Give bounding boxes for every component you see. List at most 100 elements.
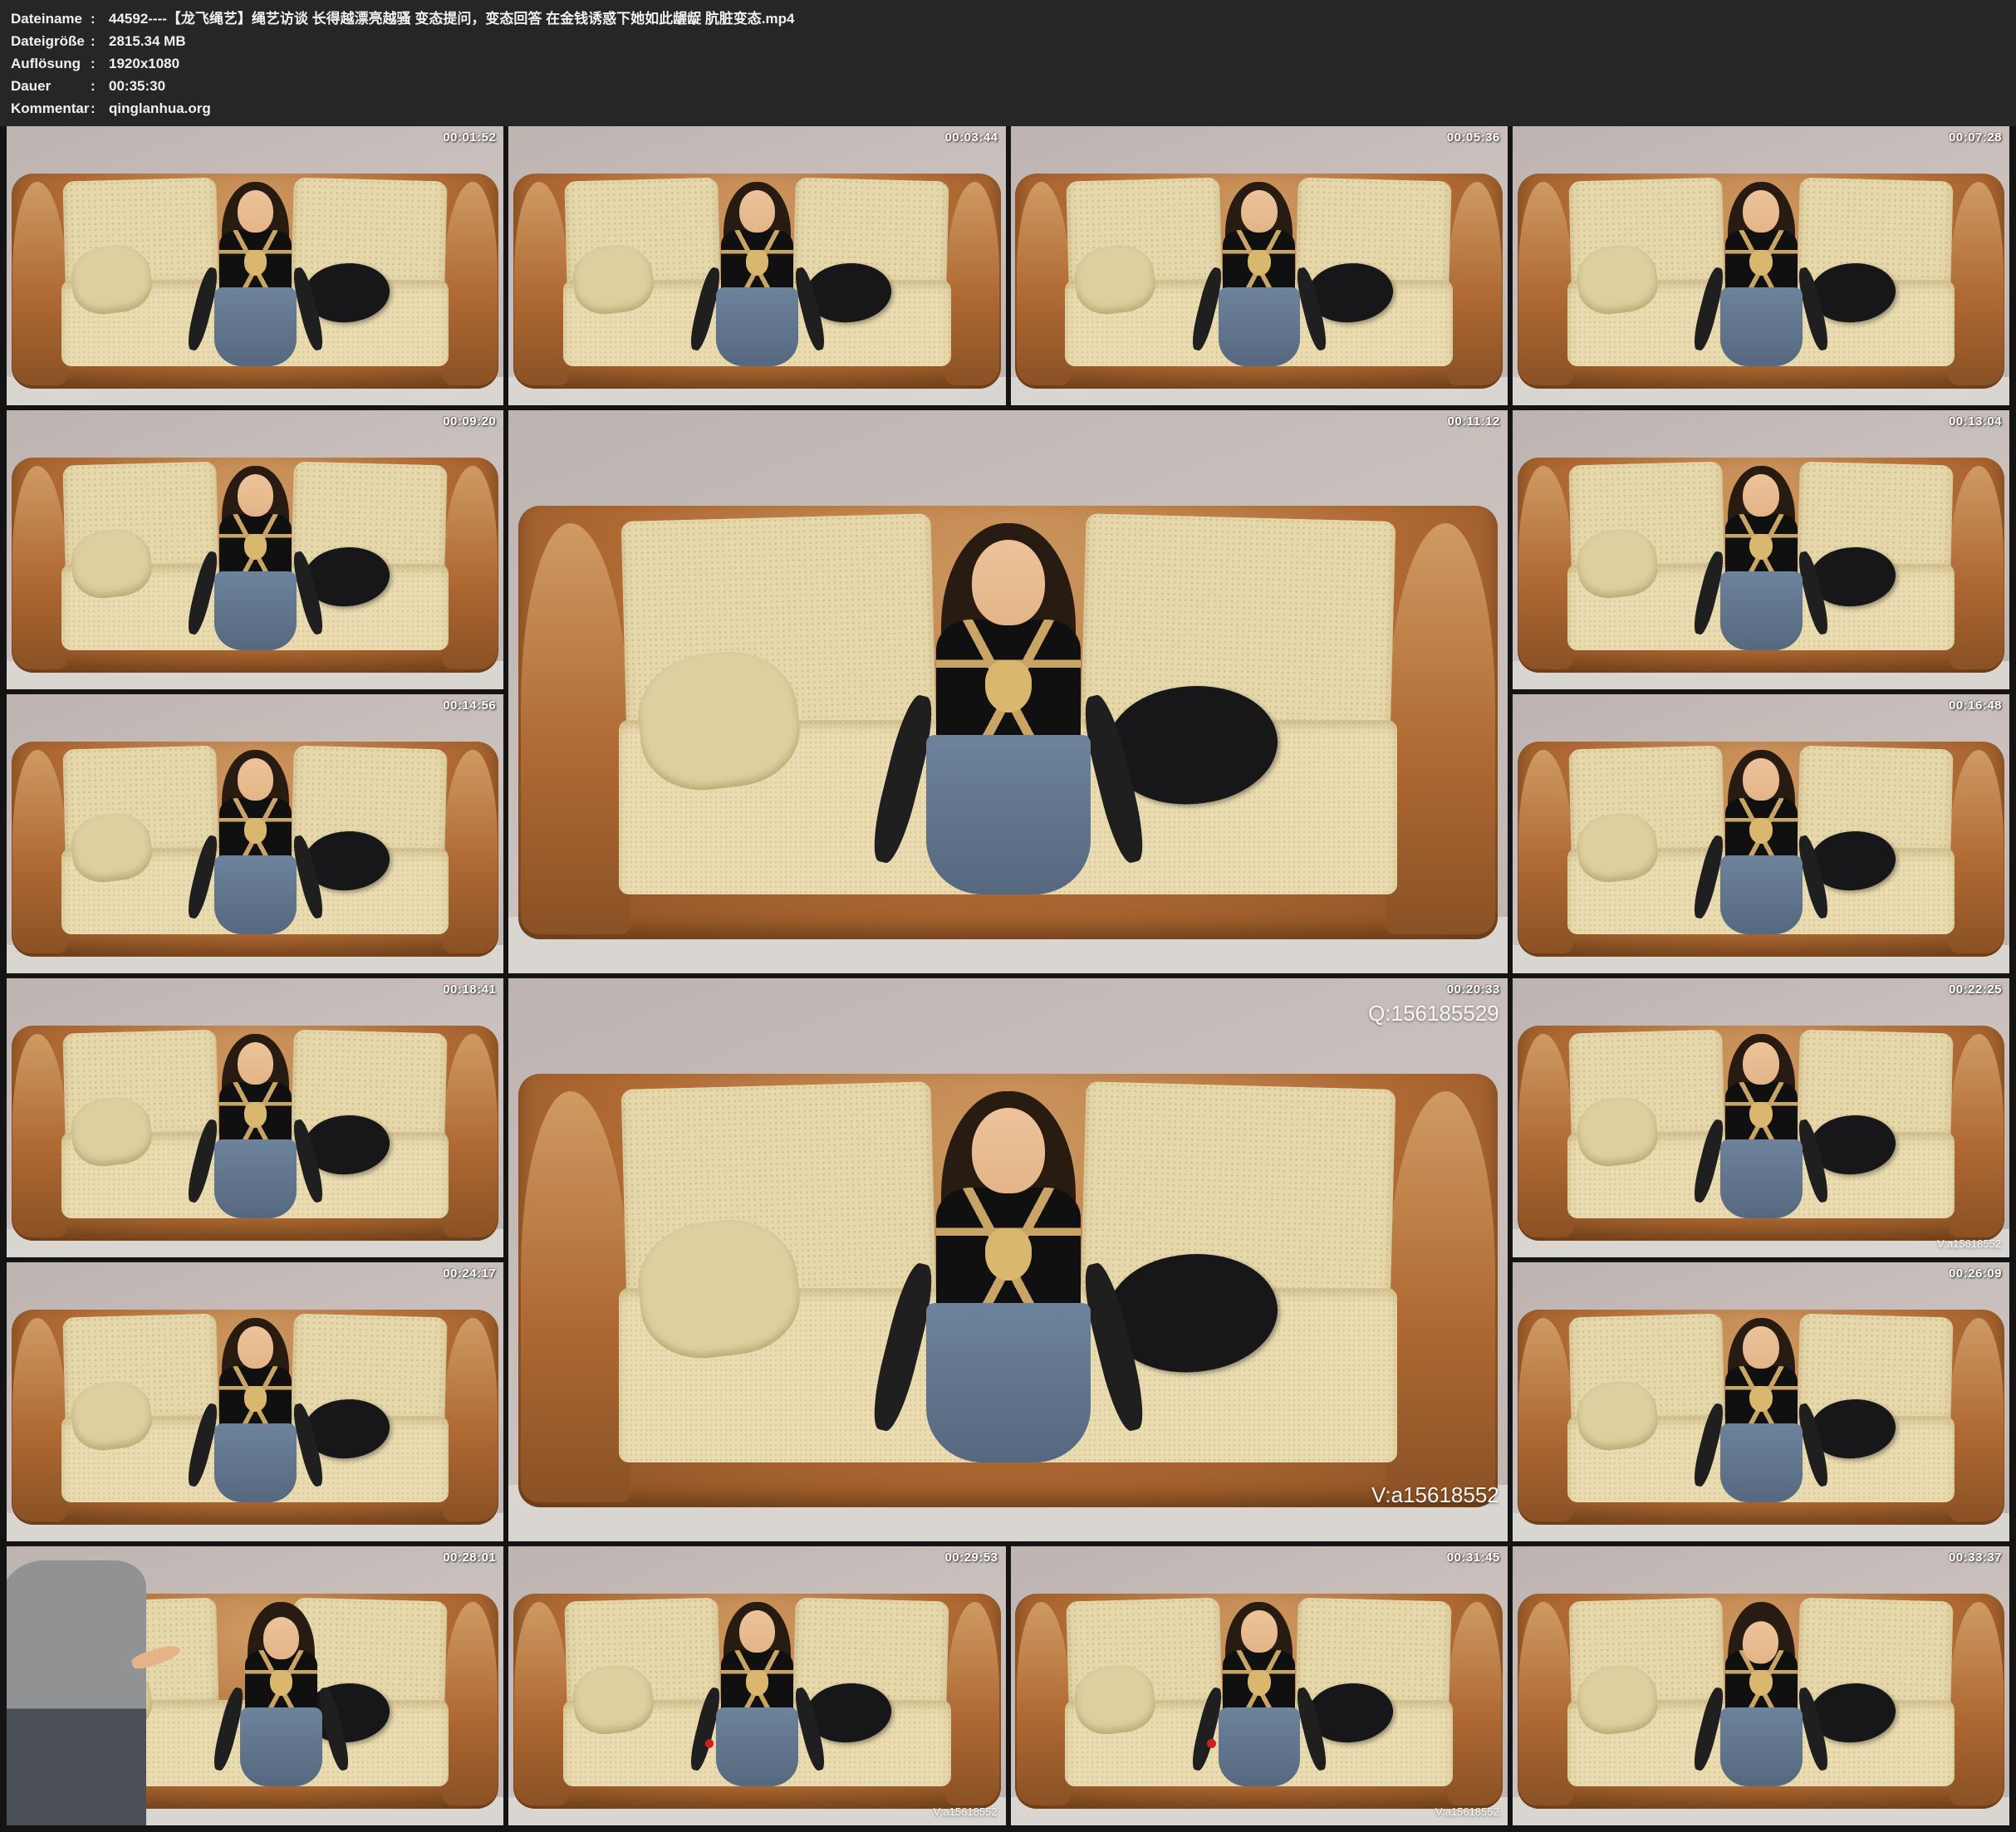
meta-label: Auflösung	[11, 52, 91, 75]
video-thumbnail-00:05:36: 00:05:36	[1011, 126, 1508, 405]
meta-value-kommentar: qinglanhua.org	[109, 97, 2016, 120]
person-denim-skirt	[716, 1707, 798, 1786]
video-frame-scene	[1513, 1262, 2009, 1541]
video-frame-scene	[1513, 978, 2009, 1257]
person-figure	[1219, 1602, 1301, 1786]
person-figure	[716, 182, 798, 366]
video-frame-scene	[7, 978, 503, 1257]
person-face	[263, 1617, 299, 1659]
person-figure	[716, 1602, 798, 1786]
person-face	[972, 1108, 1044, 1193]
person-figure	[214, 750, 297, 934]
meta-value-dauer: 00:35:30	[109, 75, 2016, 97]
video-thumbnail-00:14:56: 00:14:56	[7, 694, 503, 973]
video-frame-scene	[508, 1546, 1005, 1825]
timestamp-overlay: 00:14:56	[443, 698, 496, 713]
person-face	[739, 1610, 775, 1653]
person-denim-skirt	[1720, 855, 1803, 934]
meta-label: Dateiname	[11, 7, 91, 30]
person-denim-skirt	[214, 571, 297, 650]
video-frame-scene	[1513, 126, 2009, 405]
person-figure	[214, 1318, 297, 1502]
person-face	[1743, 758, 1778, 801]
video-thumbnail-00:13:04: 00:13:04	[1513, 410, 2009, 689]
person-figure	[214, 1034, 297, 1218]
file-meta-row-dateiname: Dateiname:44592----【龙飞绳艺】绳艺访谈 长得越漂亮越骚 变态…	[11, 7, 2016, 30]
timestamp-overlay: 00:28:01	[443, 1550, 496, 1565]
meta-colon: :	[91, 75, 109, 97]
video-frame-scene	[508, 410, 1508, 973]
video-frame-scene	[1011, 126, 1508, 405]
person-denim-skirt	[926, 735, 1091, 894]
timestamp-overlay: 00:11:12	[1448, 414, 1500, 429]
timestamp-overlay: 00:26:09	[1949, 1266, 2002, 1281]
rope-chest-knot	[1248, 250, 1271, 276]
rope-chest-knot	[1248, 1670, 1271, 1696]
person-figure	[214, 466, 297, 650]
video-frame-scene	[508, 126, 1005, 405]
video-id-watermark: V:a15618552	[1937, 1237, 2001, 1250]
file-meta-row-aufloesung: Auflösung:1920x1080	[11, 52, 2016, 75]
person-face	[1743, 474, 1778, 517]
timestamp-overlay: 00:01:52	[443, 130, 496, 145]
person-denim-skirt	[1219, 1707, 1301, 1786]
video-thumbnail-00:22:25: 00:22:25V:a15618552	[1513, 978, 2009, 1257]
timestamp-overlay: 00:09:20	[443, 414, 496, 429]
person-face	[238, 190, 273, 233]
person-figure	[1720, 182, 1803, 366]
timestamp-overlay: 00:16:48	[1949, 698, 2002, 713]
timestamp-overlay: 00:29:53	[944, 1550, 998, 1565]
person-denim-skirt	[1720, 571, 1803, 650]
video-thumbnail-00:28:01: 00:28:01	[7, 1546, 503, 1825]
meta-value-dateiname: 44592----【龙飞绳艺】绳艺访谈 长得越漂亮越骚 变态提问，变态回答 在金…	[109, 7, 2016, 30]
timestamp-overlay: 00:33:37	[1949, 1550, 2002, 1565]
sofa-armrest-right	[443, 1602, 498, 1805]
video-thumbnail-00:09:20: 00:09:20	[7, 410, 503, 689]
person-denim-skirt	[1720, 1707, 1803, 1786]
person-figure	[240, 1602, 322, 1786]
video-frame-scene	[7, 126, 503, 405]
sofa-armrest-right	[443, 750, 498, 953]
qq-watermark: Q:156185529	[1368, 1001, 1499, 1026]
file-meta-row-kommentar: Kommentar:qinglanhua.org	[11, 97, 2016, 120]
person-figure	[1720, 1602, 1803, 1786]
video-frame-scene	[1011, 1546, 1508, 1825]
meta-value-aufloesung: 1920x1080	[109, 52, 2016, 75]
video-frame-scene	[1513, 1546, 2009, 1825]
video-thumbnail-00:20:33: 00:20:33Q:156185529V:a15618552	[508, 978, 1508, 1541]
file-info-header: Dateiname:44592----【龙飞绳艺】绳艺访谈 长得越漂亮越骚 变态…	[0, 0, 2016, 126]
person-face	[739, 190, 775, 233]
meta-colon: :	[91, 97, 109, 120]
video-thumbnail-00:24:17: 00:24:17	[7, 1262, 503, 1541]
video-id-watermark: V:a15618552	[1371, 1482, 1499, 1508]
file-meta-row-dateigroesse: Dateigröße:2815.34 MB	[11, 30, 2016, 52]
video-thumbnail-00:11:12: 00:11:12	[508, 410, 1508, 973]
person-figure	[1720, 750, 1803, 934]
video-frame-scene	[1513, 410, 2009, 689]
video-frame-scene	[508, 978, 1508, 1541]
person-face	[972, 540, 1044, 625]
meta-colon: :	[91, 7, 109, 30]
person-denim-skirt	[1720, 1423, 1803, 1502]
file-meta-row-dauer: Dauer:00:35:30	[11, 75, 2016, 97]
video-frame-scene	[7, 1546, 503, 1825]
timestamp-overlay: 00:13:04	[1949, 414, 2002, 429]
red-object	[1207, 1739, 1216, 1748]
person-face	[238, 1042, 273, 1085]
person-figure	[926, 523, 1091, 894]
person-denim-skirt	[214, 855, 297, 934]
timestamp-overlay: 00:03:44	[944, 130, 998, 145]
person-face	[238, 758, 273, 801]
timestamp-overlay: 00:18:41	[443, 982, 496, 997]
sofa-armrest-right	[443, 466, 498, 669]
person-denim-skirt	[1720, 1139, 1803, 1218]
timestamp-overlay: 00:24:17	[443, 1266, 496, 1281]
timestamp-overlay: 00:31:45	[1447, 1550, 1500, 1565]
video-thumbnail-00:26:09: 00:26:09	[1513, 1262, 2009, 1541]
video-thumbnail-00:29:53: 00:29:53V:a15618552	[508, 1546, 1005, 1825]
meta-colon: :	[91, 52, 109, 75]
video-frame-scene	[7, 694, 503, 973]
timestamp-overlay: 00:07:28	[1949, 130, 2002, 145]
sofa-armrest-right	[443, 1318, 498, 1521]
video-thumbnail-00:03:44: 00:03:44	[508, 126, 1005, 405]
